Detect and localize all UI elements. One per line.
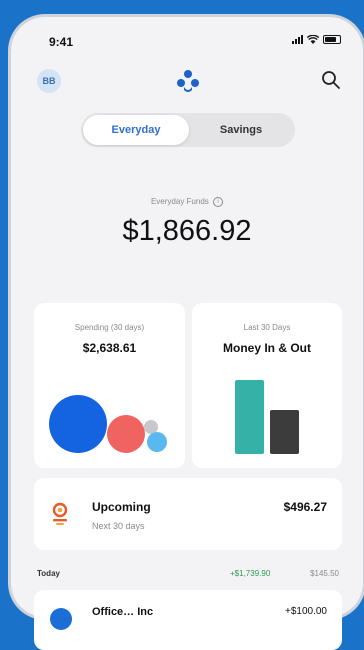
money-bars <box>235 380 299 454</box>
search-icon[interactable] <box>321 70 341 90</box>
funds-label: Everyday Funds <box>150 197 209 207</box>
tab-savings[interactable]: Savings <box>189 115 293 145</box>
app-logo-icon <box>177 70 199 92</box>
spending-bubble-2 <box>107 415 145 453</box>
spending-card[interactable]: Spending (30 days) $2,638.61 <box>34 303 185 468</box>
info-icon[interactable]: i <box>213 197 224 207</box>
upcoming-icon <box>52 502 68 525</box>
spending-bubble-1 <box>49 395 107 453</box>
money-in-out-card[interactable]: Last 30 Days Money In & Out <box>192 303 342 468</box>
money-out-bar <box>270 410 299 454</box>
transaction-amount: +$100.00 <box>285 606 327 617</box>
status-bar: 9:41 <box>11 17 363 61</box>
upcoming-amount: $496.27 <box>283 500 327 514</box>
status-icons <box>292 35 341 44</box>
upcoming-title: Upcoming <box>92 500 151 514</box>
transaction-name: Office… Inc <box>92 606 154 618</box>
money-in-bar <box>235 380 264 454</box>
phone-screen: 9:41 BB Everyday Savings Everyday Funds … <box>11 17 363 650</box>
cellular-signal-icon <box>292 35 303 44</box>
transaction-icon <box>50 608 72 630</box>
battery-icon <box>323 35 341 44</box>
account-segmented-control: Everyday Savings <box>81 113 295 147</box>
today-money-in: +$1,739.90 <box>230 569 271 578</box>
status-time: 9:41 <box>49 35 74 49</box>
spending-bubbles <box>49 395 167 453</box>
today-header: Today <box>37 569 60 578</box>
tab-everyday[interactable]: Everyday <box>83 115 189 145</box>
spending-bubble-4 <box>147 432 167 452</box>
today-money-out: $145.50 <box>310 569 339 578</box>
avatar[interactable]: BB <box>37 69 61 93</box>
funds-label-row: Everyday Funds i <box>11 197 363 207</box>
funds-amount: $1,866.92 <box>122 215 252 247</box>
wifi-icon <box>307 35 319 44</box>
upcoming-subtitle: Next 30 days <box>92 521 145 531</box>
spending-bubble-3 <box>144 420 158 434</box>
upcoming-card[interactable]: Upcoming Next 30 days $496.27 <box>34 478 342 550</box>
transaction-row[interactable]: Office… Inc +$100.00 <box>34 590 342 650</box>
